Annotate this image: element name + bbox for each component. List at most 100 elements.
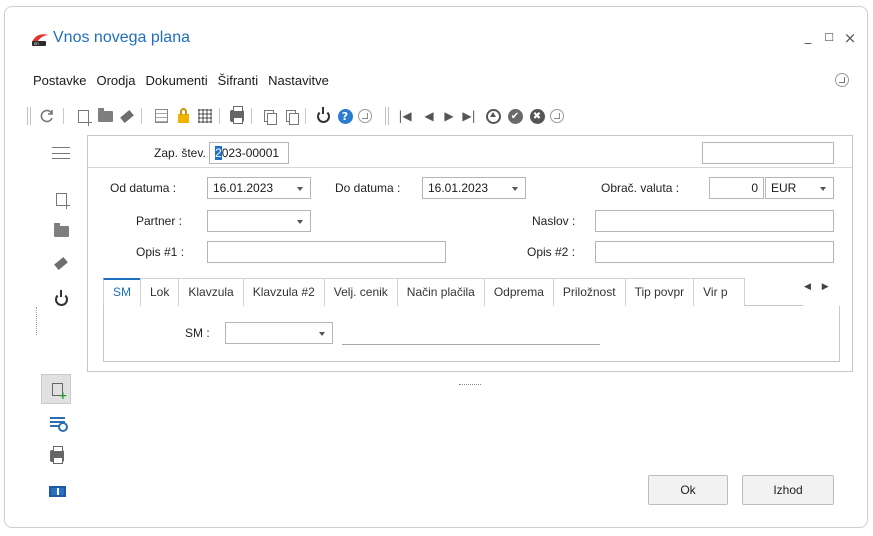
panel-splitter[interactable] [459,384,481,385]
menu-dokumenti[interactable]: Dokumenti [146,73,208,91]
print-icon [230,106,244,124]
address-label: Naslov : [532,214,576,228]
toolbar: ? |◀ ◀ ▶ ▶| ✔ ✖ [27,105,727,127]
sm-description-line [342,344,600,345]
doc-extra-field[interactable] [702,142,834,164]
first-record-button[interactable]: |◀ [395,105,415,127]
copy-icon [264,110,277,125]
toolbar-collapse-button[interactable] [355,105,375,127]
sidebar-clear-button[interactable] [49,251,73,275]
screen-icon [48,485,66,497]
tab-priloznost[interactable]: Priložnost [552,278,626,306]
paste-icon [286,110,299,125]
header-divider [88,167,852,168]
menu-orodja[interactable]: Orodja [96,73,135,91]
collapse-icon [358,109,372,123]
help-button[interactable]: ? [335,105,355,127]
partner-select[interactable] [207,210,311,232]
maximize-button[interactable]: ☐ [818,29,840,47]
partner-label: Partner : [136,214,183,228]
toolbar-separator [219,108,220,124]
sidebar-print-button[interactable] [45,444,69,468]
form-panel: Zap. štev. 2023-00001 Od datuma : 16.01.… [87,135,853,372]
minimize-button[interactable]: _ [797,29,819,47]
last-record-button[interactable]: ▶| [459,105,479,127]
desc1-field[interactable] [207,241,446,263]
power-button[interactable] [313,105,333,127]
tab-lok[interactable]: Lok [140,278,180,306]
help-icon: ? [337,108,353,124]
new-button[interactable] [73,105,93,127]
toolbar-separator [305,108,306,124]
confirm-button[interactable]: ✔ [505,105,525,127]
open-button[interactable] [95,105,115,127]
calculator-button[interactable] [151,105,171,127]
tab-klavzula[interactable]: Klavzula [178,278,244,306]
doc-number-field[interactable]: 2023-00001 [209,142,289,164]
new-doc-icon [77,109,92,126]
tab-odprema[interactable]: Odprema [483,278,554,306]
sidebar-splitter[interactable] [36,307,37,335]
window-title: Vnos novega plana [53,29,190,46]
new-record-icon [51,382,68,401]
cancel-icon: ✖ [529,108,545,124]
desc2-label: Opis #2 : [527,245,576,259]
lock-icon [177,107,189,123]
date-to-field[interactable]: 16.01.2023 [422,177,526,199]
toolbar-grip[interactable] [27,107,31,125]
desc1-label: Opis #1 : [136,245,185,259]
tab-nacin-placila[interactable]: Način plačila [396,278,485,306]
toolbar-collapse-button-2[interactable] [547,105,567,127]
desc2-field[interactable] [595,241,834,263]
collapse-icon [550,109,564,123]
clear-button[interactable] [117,105,137,127]
date-to-label: Do datuma : [335,181,401,195]
sm-select[interactable] [225,322,333,344]
lock-button[interactable] [173,105,193,127]
date-from-field[interactable]: 16.01.2023 [207,177,311,199]
menu-collapse-icon[interactable] [835,73,849,87]
eject-button[interactable] [483,105,503,127]
sidebar-screen-button[interactable] [45,479,69,503]
tab-scroll-arrows[interactable]: ◀ ▶ [804,282,833,292]
tab-content-sm: SM : [103,306,840,362]
sidebar-table-search-button[interactable] [45,411,69,435]
tab-vir-p[interactable]: Vir p [693,278,746,306]
menu-icon [52,147,70,159]
doc-number-label: Zap. štev. [154,146,206,160]
menu-nastavitve[interactable]: Nastavitve [268,73,329,91]
menu-postavke[interactable]: Postavke [33,73,86,91]
doc-number-caret: 2 [215,146,222,160]
check-icon: ✔ [507,108,523,124]
cancel-toolbar-button[interactable]: ✖ [527,105,547,127]
toolbar-grip[interactable] [385,107,389,125]
paste-button[interactable] [281,105,301,127]
close-button[interactable]: × [839,29,861,47]
tab-klavzula-2[interactable]: Klavzula #2 [242,278,325,306]
doc-number-value: 023-00001 [221,146,280,160]
sidebar-menu-button[interactable] [49,141,73,165]
tab-velj-cenik[interactable]: Velj. cenik [323,278,398,306]
ok-button[interactable]: Ok [648,475,728,505]
menu-bar: Postavke Orodja Dokumenti Šifranti Nasta… [33,73,329,91]
grid-button[interactable] [195,105,215,127]
previous-record-button[interactable]: ◀ [419,105,439,127]
eraser-icon [120,109,134,123]
sidebar-power-button[interactable] [49,287,73,311]
print-button[interactable] [227,105,247,127]
currency-code-select[interactable]: EUR [765,177,834,199]
next-record-button[interactable]: ▶ [439,105,459,127]
refresh-button[interactable] [37,105,57,127]
copy-button[interactable] [259,105,279,127]
sidebar-open-button[interactable] [49,219,73,243]
address-field[interactable] [595,210,834,232]
tab-sm[interactable]: SM [103,278,141,306]
tab-tip-povpr[interactable]: Tip povpr [624,278,695,306]
menu-sifranti[interactable]: Šifranti [218,73,258,91]
new-doc-icon [55,192,70,209]
exit-button[interactable]: Izhod [742,475,834,505]
grid-icon [198,109,212,123]
sidebar-new-button[interactable] [49,187,73,211]
currency-amount-field[interactable]: 0 [709,177,764,199]
sidebar-new-record-button[interactable] [45,377,69,401]
